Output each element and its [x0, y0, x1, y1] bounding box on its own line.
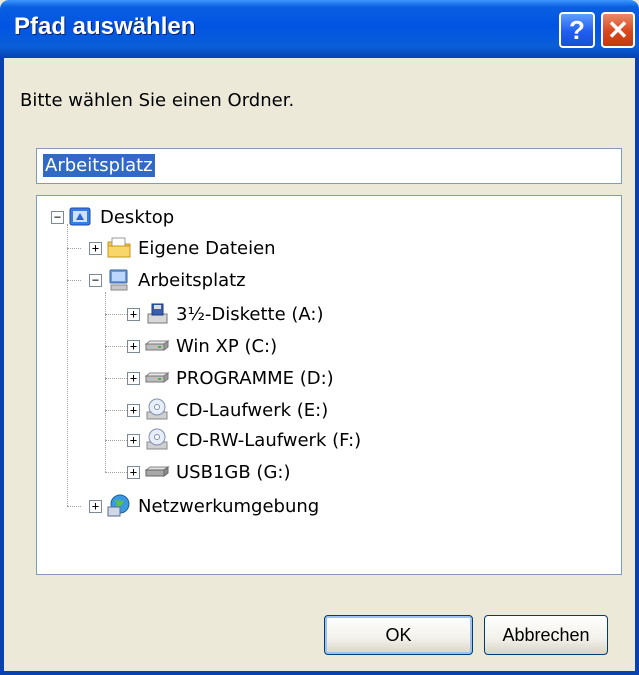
tree-connector — [67, 506, 81, 507]
tree-item-netzwerk[interactable]: + Netzwerkumgebung — [89, 491, 319, 521]
expand-icon[interactable]: + — [127, 465, 140, 479]
my-computer-icon — [106, 267, 132, 293]
tree-item-usb[interactable]: + USB1GB (G:) — [127, 457, 290, 487]
expand-icon[interactable]: + — [127, 339, 140, 353]
expand-icon[interactable]: + — [127, 307, 140, 321]
folder-tree[interactable]: − Desktop + Eigene Dateien − Arbeitsplat… — [36, 195, 622, 575]
tree-item-arbeitsplatz[interactable]: − Arbeitsplatz — [89, 265, 246, 295]
tree-item-programme[interactable]: + PROGRAMME (D:) — [127, 363, 334, 393]
tree-label: CD-Laufwerk (E:) — [176, 399, 329, 421]
collapse-icon[interactable]: − — [51, 210, 64, 224]
tree-item-cdrw[interactable]: + CD-RW-Laufwerk (F:) — [127, 425, 361, 455]
expand-icon[interactable]: + — [127, 433, 140, 447]
ok-button[interactable]: OK — [324, 615, 473, 655]
expand-icon[interactable]: + — [89, 241, 102, 255]
expand-icon[interactable]: + — [127, 371, 140, 385]
cd-drive-icon — [144, 427, 170, 453]
hard-drive-icon — [144, 333, 170, 359]
tree-connector — [67, 224, 68, 506]
tree-connector — [105, 410, 127, 411]
hard-drive-icon — [144, 365, 170, 391]
tree-label: PROGRAMME (D:) — [176, 367, 334, 389]
removable-drive-icon — [144, 459, 170, 485]
cancel-button[interactable]: Abbrechen — [484, 615, 608, 655]
window-frame-bottom — [0, 671, 639, 675]
desktop-icon — [68, 204, 94, 230]
tree-item-desktop[interactable]: − Desktop — [51, 202, 174, 232]
tree-label: Eigene Dateien — [138, 237, 276, 259]
tree-connector — [105, 472, 127, 473]
tree-label: 3½-Diskette (A:) — [176, 303, 324, 325]
path-input-value: Arbeitsplatz — [43, 154, 155, 177]
tree-connector — [105, 440, 127, 441]
help-button[interactable]: ? — [559, 12, 595, 48]
tree-connector — [105, 346, 127, 347]
expand-icon[interactable]: + — [89, 499, 102, 513]
cd-drive-icon — [144, 397, 170, 423]
window-title: Pfad auswählen — [14, 13, 196, 40]
tree-label: Arbeitsplatz — [138, 269, 246, 291]
tree-connector — [67, 280, 81, 281]
tree-label: USB1GB (G:) — [176, 461, 291, 483]
window-frame-left — [0, 58, 4, 675]
prompt-text: Bitte wählen Sie einen Ordner. — [20, 90, 295, 111]
path-input[interactable]: Arbeitsplatz — [36, 148, 622, 184]
tree-connector — [105, 314, 127, 315]
floppy-drive-icon — [144, 301, 170, 327]
network-places-icon — [106, 493, 132, 519]
title-bar[interactable]: Pfad auswählen ? ✕ — [0, 0, 639, 58]
expand-icon[interactable]: + — [127, 403, 140, 417]
tree-label: Desktop — [100, 206, 175, 228]
tree-label: CD-RW-Laufwerk (F:) — [176, 429, 362, 451]
my-documents-icon — [106, 235, 132, 261]
tree-label: Win XP (C:) — [176, 335, 278, 357]
window-frame-right — [635, 58, 639, 675]
tree-label: Netzwerkumgebung — [138, 495, 320, 517]
folder-dialog: Pfad auswählen ? ✕ Bitte wählen Sie eine… — [0, 0, 639, 675]
collapse-icon[interactable]: − — [89, 273, 102, 287]
tree-connector — [67, 248, 81, 249]
tree-connector — [105, 292, 106, 472]
tree-connector — [105, 378, 127, 379]
tree-item-diskette[interactable]: + 3½-Diskette (A:) — [127, 299, 324, 329]
tree-item-cd[interactable]: + CD-Laufwerk (E:) — [127, 395, 328, 425]
close-button[interactable]: ✕ — [601, 12, 635, 48]
tree-item-eigene-dateien[interactable]: + Eigene Dateien — [89, 233, 276, 263]
tree-item-win-xp[interactable]: + Win XP (C:) — [127, 331, 277, 361]
